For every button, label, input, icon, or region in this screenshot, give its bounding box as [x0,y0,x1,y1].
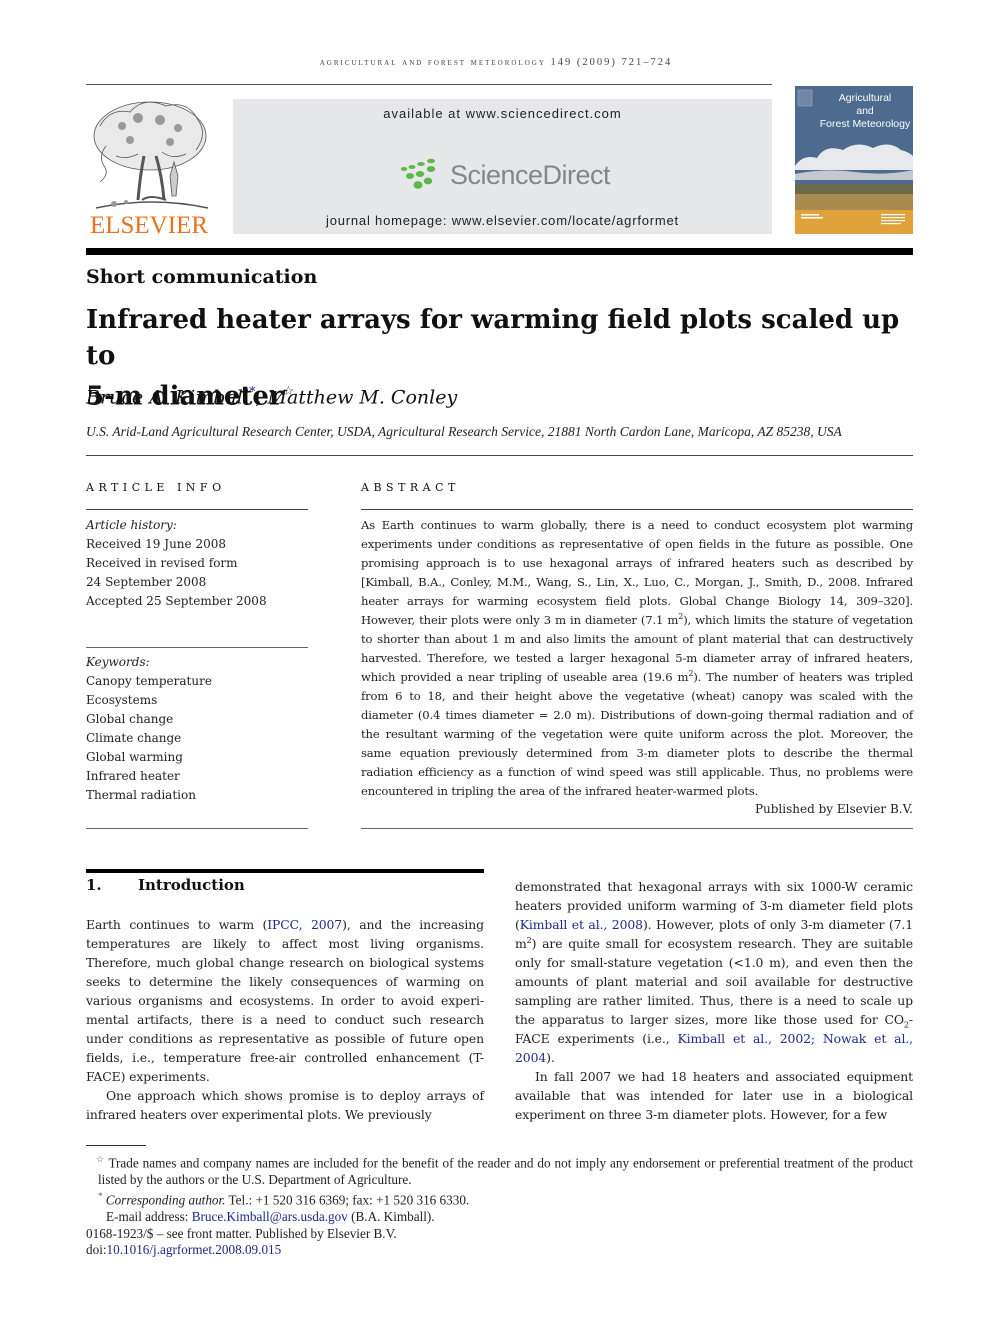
footnote-star-icon: ☆ [96,1154,105,1164]
cover-title-line: Forest Meteorology [819,118,911,130]
footnotes: ☆ Trade names and company names are incl… [86,1151,913,1259]
journal-homepage-link[interactable]: journal homepage: www.elsevier.com/locat… [233,213,772,228]
body-text: ). [546,1050,555,1065]
body-text: ), and the increasing temperatures are l… [86,917,484,1084]
article-history-label: Article history: [86,518,177,532]
section-rule [86,869,484,873]
abstract-text-part: As Earth continues to warm globally, the… [361,518,913,627]
keyword-item: Thermal radiation [86,788,196,802]
article-info-rule [86,647,308,648]
abstract-heading: ABSTRACT [361,481,460,494]
keyword-item: Global warming [86,750,183,764]
doi-line: doi:10.1016/j.agrformet.2008.09.015 [86,1242,913,1259]
paragraph: One approach which shows promise is to d… [86,1088,484,1122]
cover-title: Agricultural and Forest Meteorology [817,92,913,131]
title-line-1: Infrared heater arrays for warming field… [86,305,900,371]
footnote-label: Corresponding author. [105,1192,226,1208]
cover-title-line: and [856,105,874,117]
keyword-item: Infrared heater [86,769,180,783]
article-info-rule [86,509,308,510]
masthead-rule [86,248,913,255]
keyword-item: Ecosystems [86,693,158,707]
footnote-mark: * [98,1191,103,1202]
keywords-list: Keywords: Canopy temperature Ecosystems … [86,653,308,805]
email-link[interactable]: Bruce.Kimball@ars.usda.gov [192,1209,348,1224]
sciencedirect-logo-text[interactable]: ScienceDirect [450,160,611,191]
footnote-text: Trade names and company names are includ… [98,1155,913,1187]
title-rule [86,455,913,456]
abstract-text-part: ). The number of heaters was tripled fro… [361,670,913,798]
footnote-rule [86,1145,146,1146]
paragraph: demonstrated that hexagonal arrays with … [515,877,913,1067]
body-column-left: Earth continues to warm (IPCC, 2007), an… [86,915,484,1124]
abstract-body: As Earth continues to warm globally, the… [361,516,913,801]
citation-link[interactable]: IPCC, 2007 [267,917,342,932]
footnote-email: E-mail address: Bruce.Kimball@ars.usda.g… [86,1209,913,1226]
history-item: Accepted 25 September 2008 [86,594,267,608]
author-list: Bruce A. Kimball*, Matthew M. Conley [86,385,457,408]
keywords-label: Keywords: [86,655,150,669]
abstract-rule [361,828,913,829]
email-label: E-mail address: [106,1209,189,1225]
abstract-rule [361,509,913,510]
journal-cover[interactable]: Agricultural and Forest Meteorology [795,86,913,234]
abstract-publisher-line: Published by Elsevier B.V. [754,802,913,816]
history-item: 24 September 2008 [86,575,207,589]
author-name[interactable]: Matthew M. Conley [268,386,458,408]
footnote-text: (B.A. Kimball). [351,1209,435,1225]
article-info-heading: ARTICLE INFO [86,481,226,494]
doi-prefix: doi: [86,1242,107,1258]
keyword-item: Global change [86,712,174,726]
header-rule [86,84,772,85]
section-number: 1. [86,876,102,894]
body-column-right: demonstrated that hexagonal arrays with … [515,877,913,1124]
history-item: Received 19 June 2008 [86,537,226,551]
article-info-rule [86,828,308,829]
keyword-item: Canopy temperature [86,674,212,688]
history-item: Received in revised form [86,556,238,570]
issn-line: 0168-1923/$ – see front matter. Publishe… [86,1225,397,1241]
affiliation: U.S. Arid-Land Agricultural Research Cen… [86,424,842,439]
body-text: Earth continues to warm ( [86,917,268,932]
citation-link[interactable]: Kimball et al., 2008 [520,917,643,932]
section-heading-introduction: 1. Introduction [86,876,245,894]
footnote-star: ☆ Trade names and company names are incl… [86,1151,913,1188]
paragraph: Earth continues to warm (IPCC, 2007), an… [86,915,484,1086]
footnote-corresponding: * Corresponding author. Tel.: +1 520 316… [86,1188,913,1209]
paragraph: In fall 2007 we had 18 heaters and assoc… [515,1069,913,1122]
available-at-link[interactable]: available at www.sciencedirect.com [233,106,772,121]
cover-title-line: Agricultural [838,92,892,104]
article-type: Short communication [86,266,318,288]
doi-link[interactable]: 10.1016/j.agrformet.2008.09.015 [107,1242,282,1257]
footnote-text: Tel.: +1 520 316 6369; fax: +1 520 316 6… [228,1192,470,1208]
body-text: ) are quite small for ecosystem research… [515,936,913,1027]
article-history: Article history: Received 19 June 2008 R… [86,516,308,611]
keyword-item: Climate change [86,731,182,745]
section-title: Introduction [138,876,245,894]
author-name[interactable]: Bruce A. Kimball [86,386,249,408]
running-header: AGRICULTURAL AND FOREST METEOROLOGY 149 … [319,57,673,68]
elsevier-logo-text[interactable]: ELSEVIER [86,212,212,240]
author-separator: , [255,386,262,409]
